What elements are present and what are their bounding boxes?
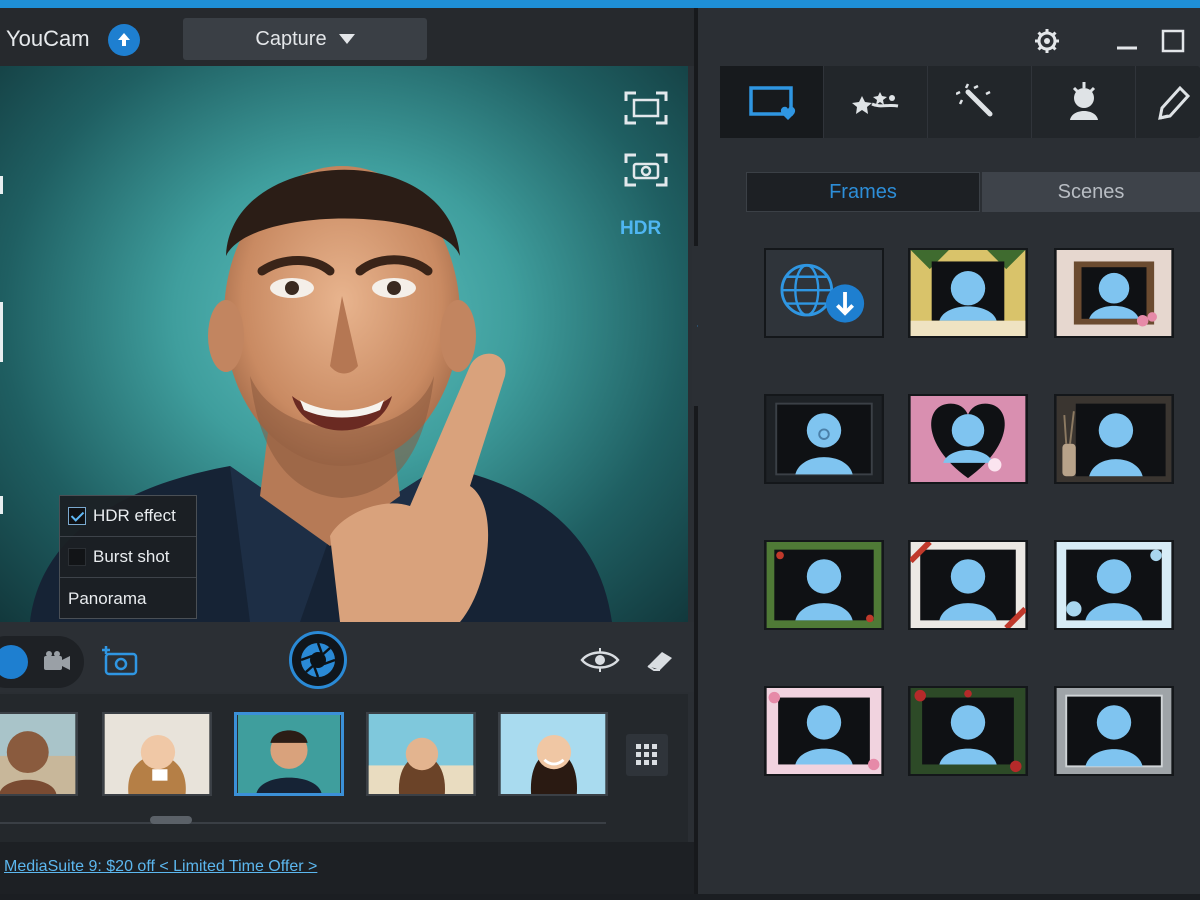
effects-panel: Frames Scenes xyxy=(698,8,1200,894)
fullscreen-icon xyxy=(624,91,668,125)
left-edge-marker xyxy=(0,176,3,194)
frame-red-ribbon[interactable] xyxy=(908,540,1028,630)
minimize-icon xyxy=(1117,46,1137,50)
subtab-frames[interactable]: Frames xyxy=(746,172,980,212)
strip-scrollbar[interactable] xyxy=(150,816,192,824)
thumbnail-2[interactable] xyxy=(102,712,212,796)
subtab-scenes[interactable]: Scenes xyxy=(982,172,1200,212)
particles-icon xyxy=(851,92,898,114)
pen-icon xyxy=(1158,85,1191,120)
tab-drawing[interactable] xyxy=(1136,66,1200,138)
minimize-button[interactable] xyxy=(1112,26,1142,56)
fullscreen-button[interactable] xyxy=(620,88,672,128)
settings-button[interactable] xyxy=(1032,26,1062,56)
maximize-icon xyxy=(1161,29,1185,53)
frame-dark-portrait[interactable] xyxy=(764,394,884,484)
frame-blue-winter[interactable] xyxy=(1054,540,1174,630)
thumbnail-3[interactable] xyxy=(234,712,344,796)
capture-mode-dropdown[interactable]: Capture xyxy=(183,18,427,60)
tab-particles[interactable] xyxy=(824,66,928,138)
maximize-button[interactable] xyxy=(1158,26,1188,56)
photo-video-switch[interactable] xyxy=(0,636,84,688)
app-title: YouCam xyxy=(6,26,90,51)
capture-options-menu: HDR effect Burst shot Panorama xyxy=(59,495,197,619)
capture-mode-label: Capture xyxy=(255,27,327,50)
burst-shot-checkbox[interactable] xyxy=(68,548,86,566)
aperture-icon xyxy=(300,642,336,678)
strip-scroll-track xyxy=(0,822,606,824)
left-edge-marker xyxy=(0,302,3,362)
burst-shot-option[interactable]: Burst shot xyxy=(60,537,196,578)
frames-gallery xyxy=(764,248,1184,788)
eraser-icon[interactable] xyxy=(644,648,676,672)
webcam-preview[interactable]: HDR HDR effect Burst shot Panorama xyxy=(0,66,688,622)
magic-wand-icon xyxy=(955,83,992,117)
chevron-down-icon xyxy=(338,34,355,44)
thumbnail-5[interactable] xyxy=(498,712,608,796)
grid-icon xyxy=(636,744,657,765)
face-tracking-button[interactable] xyxy=(620,150,672,190)
panorama-label: Panorama xyxy=(68,588,147,608)
promo-link[interactable]: MediaSuite 9: $20 off < Limited Time Off… xyxy=(4,858,317,876)
left-edge-marker xyxy=(0,496,3,514)
tab-magic[interactable] xyxy=(928,66,1032,138)
thumbnail-4[interactable] xyxy=(366,712,476,796)
gear-icon xyxy=(1035,29,1059,53)
frame-pink-floral[interactable] xyxy=(764,686,884,776)
hdr-effect-label: HDR effect xyxy=(93,506,176,525)
tab-avatars[interactable] xyxy=(1032,66,1136,138)
avatar-character-icon xyxy=(1069,82,1098,120)
effect-category-tabs: Frames Scenes xyxy=(746,172,1200,212)
burst-shot-label: Burst shot xyxy=(93,547,170,566)
promo-bar: MediaSuite 9: $20 off < Limited Time Off… xyxy=(0,842,694,894)
capture-pane: YouCam Capture HDR HDR effect Burst shot… xyxy=(0,8,694,894)
frame-green-vine[interactable] xyxy=(764,540,884,630)
hdr-effect-option[interactable]: HDR effect xyxy=(60,496,196,537)
eye-preview-icon[interactable] xyxy=(580,648,620,672)
capture-shutter-button[interactable] xyxy=(289,631,347,689)
photo-mode-icon[interactable] xyxy=(0,645,28,679)
window-accent-line xyxy=(0,0,1200,8)
frame-red-roses[interactable] xyxy=(908,686,1028,776)
tab-frames[interactable] xyxy=(720,66,824,138)
video-camera-icon[interactable] xyxy=(42,650,72,674)
frame-pink-heart[interactable] xyxy=(908,394,1028,484)
panorama-option[interactable]: Panorama xyxy=(60,578,196,619)
effects-toolbar xyxy=(720,66,1200,138)
thumbnail-1[interactable] xyxy=(0,712,78,796)
frame-silver-classic[interactable] xyxy=(1054,686,1174,776)
frames-icon xyxy=(748,86,795,120)
captured-media-strip xyxy=(0,694,688,842)
show-all-media-button[interactable] xyxy=(626,734,668,776)
capture-controls xyxy=(0,622,694,692)
face-tracking-icon xyxy=(624,153,668,187)
snapshot-add-icon[interactable] xyxy=(102,644,140,676)
frame-wood-flower[interactable] xyxy=(1054,248,1174,338)
title-bar: YouCam Capture xyxy=(0,8,694,66)
globe-download-icon xyxy=(780,263,865,323)
frame-cartoon-jungle[interactable] xyxy=(908,248,1028,338)
hdr-toggle[interactable]: HDR xyxy=(620,218,661,240)
upload-icon[interactable] xyxy=(108,24,140,56)
frame-vintage-vase[interactable] xyxy=(1054,394,1174,484)
hdr-effect-checkbox[interactable] xyxy=(68,507,86,525)
download-more-frames[interactable] xyxy=(764,248,884,338)
